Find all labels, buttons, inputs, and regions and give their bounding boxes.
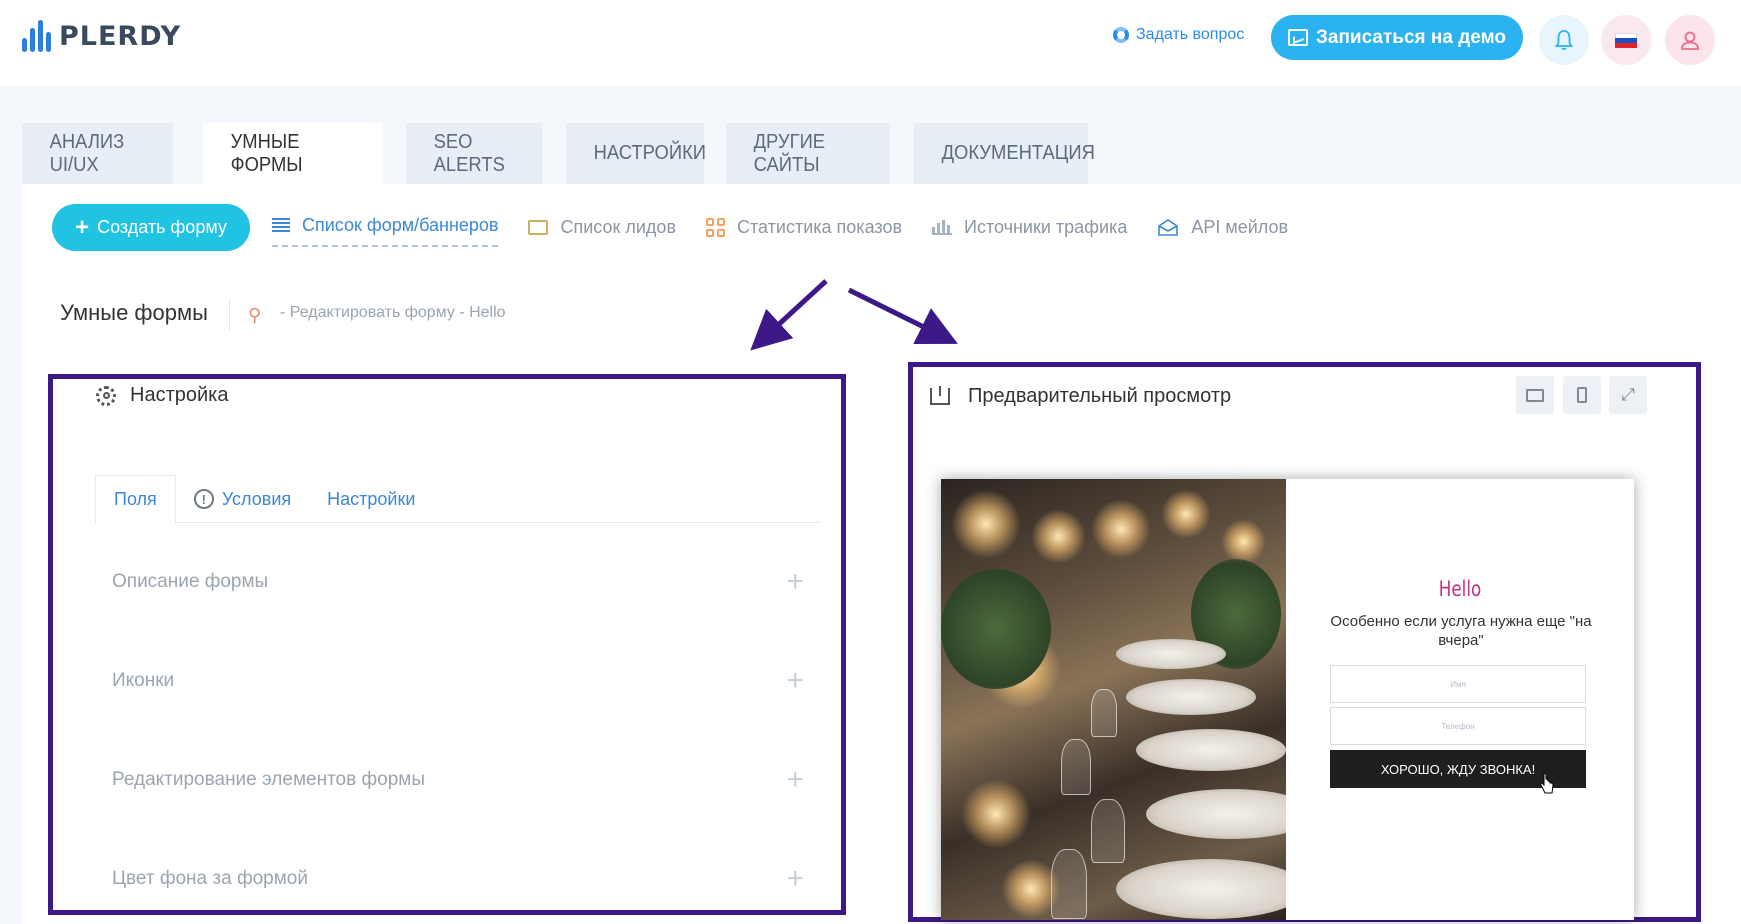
- preview-header: Предварительный просмотр: [930, 385, 1231, 408]
- tab-conditions-label: Условия: [221, 488, 292, 509]
- tab-seo-alerts[interactable]: SEO ALERTS: [406, 123, 543, 184]
- subnav-forms-list[interactable]: Список форм/баннеров: [272, 207, 499, 247]
- subnav-leads-list[interactable]: Список лидов: [528, 212, 676, 242]
- top-header: PLERDY Задать вопрос Записаться на демо: [0, 0, 1741, 86]
- section-edit-elements[interactable]: Редактирование элементов формы +: [112, 765, 804, 795]
- expand-plus-icon[interactable]: +: [786, 666, 804, 696]
- subnav-traffic-sources[interactable]: Источники трафика: [932, 212, 1127, 242]
- bar-chart-icon: [932, 219, 953, 235]
- fullscreen-button[interactable]: ⤢: [1609, 376, 1647, 414]
- form-preview-popup: Hello Особенно если услуга нужна еще "на…: [941, 479, 1634, 920]
- tab-documentation[interactable]: ДОКУМЕНТАЦИЯ: [914, 123, 1095, 184]
- plus-icon: +: [75, 213, 90, 241]
- subnav-traffic-sources-label: Источники трафика: [964, 216, 1128, 237]
- settings-title: Настройка: [130, 384, 229, 406]
- phone-field[interactable]: Телефон: [1330, 707, 1586, 745]
- phone-icon: [1577, 387, 1587, 403]
- subnav-impressions-stats[interactable]: Статистика показов: [706, 212, 902, 242]
- expand-plus-icon[interactable]: +: [786, 864, 804, 894]
- subnav-forms-list-label: Список форм/баннеров: [302, 214, 499, 235]
- tab-form-settings[interactable]: Настройки: [309, 475, 433, 523]
- book-demo-button[interactable]: Записаться на демо: [1271, 15, 1523, 60]
- page-title[interactable]: Умные формы: [60, 300, 208, 326]
- ask-question-label: Задать вопрос: [1136, 26, 1245, 43]
- subnav-impressions-stats-label: Статистика показов: [737, 216, 903, 237]
- breadcrumb-current: - Редактировать форму - Hello: [280, 304, 506, 321]
- sub-navigation: Список форм/баннеров Список лидов Статис…: [272, 212, 1318, 247]
- tab-form-settings-label: Настройки: [327, 488, 416, 509]
- profile-button[interactable]: [1665, 15, 1715, 65]
- language-button[interactable]: [1601, 15, 1651, 65]
- settings-panel: [48, 374, 846, 915]
- russian-flag-icon: [1615, 32, 1637, 48]
- presentation-icon: [1287, 29, 1308, 46]
- pin-icon: ⚲: [248, 305, 262, 325]
- book-demo-label: Записаться на демо: [1315, 26, 1507, 48]
- subnav-email-api-label: API мейлов: [1191, 216, 1289, 237]
- tab-smart-forms[interactable]: УМНЫЕ ФОРМЫ: [203, 123, 383, 184]
- create-form-label: Создать форму: [97, 217, 227, 237]
- mobile-view-button[interactable]: [1563, 376, 1601, 414]
- breadcrumb-divider: [229, 300, 230, 330]
- name-field[interactable]: Имя: [1330, 665, 1586, 703]
- popup-title: Hello: [1438, 577, 1482, 601]
- tab-ui-ux-analysis[interactable]: АНАЛИЗ UI/UX: [22, 123, 173, 184]
- list-icon: [272, 218, 290, 232]
- grid-icon: [706, 217, 726, 237]
- tab-fields[interactable]: Поля: [95, 475, 176, 524]
- ask-question-link[interactable]: Задать вопрос: [1113, 26, 1244, 44]
- monitor-icon: [1526, 388, 1544, 402]
- tab-fields-label: Поля: [114, 489, 157, 509]
- create-form-button[interactable]: + Создать форму: [52, 204, 250, 251]
- subnav-leads-list-label: Список лидов: [560, 216, 677, 237]
- settings-tabs: Поля ! Условия Настройки: [95, 475, 821, 524]
- subnav-email-api[interactable]: API мейлов: [1157, 212, 1288, 242]
- banquet-table-image: [941, 479, 1286, 920]
- popup-text: Особенно если услуга нужна еще "на вчера…: [1330, 613, 1592, 649]
- envelope-icon: [1158, 219, 1179, 236]
- expand-plus-icon[interactable]: +: [786, 567, 804, 597]
- preview-title: Предварительный просмотр: [968, 385, 1232, 407]
- folder-icon: [528, 219, 549, 235]
- lifebuoy-icon: [1113, 27, 1129, 43]
- section-background-color[interactable]: Цвет фона за формой +: [112, 864, 804, 894]
- hand-cursor-icon: [1540, 773, 1554, 794]
- section-icons[interactable]: Иконки +: [112, 666, 804, 696]
- settings-header: Настройка: [96, 384, 228, 407]
- exclamation-icon: !: [193, 489, 214, 509]
- bell-icon: [1554, 30, 1574, 51]
- expand-icon: ⤢: [1621, 385, 1635, 404]
- gear-icon: [96, 385, 116, 406]
- notifications-button[interactable]: [1539, 15, 1589, 65]
- desktop-view-button[interactable]: [1516, 376, 1554, 414]
- tab-conditions[interactable]: ! Условия: [176, 475, 309, 523]
- section-background-color-label: Цвет фона за формой: [112, 868, 308, 889]
- section-edit-elements-label: Редактирование элементов формы: [112, 769, 425, 790]
- section-icons-label: Иконки: [112, 670, 175, 691]
- plerdy-logo[interactable]: PLERDY: [22, 20, 181, 52]
- logo-text: PLERDY: [59, 20, 182, 52]
- download-icon: [930, 386, 950, 405]
- user-icon: [1681, 31, 1699, 50]
- logo-bars-icon: [22, 20, 51, 52]
- tab-other-sites[interactable]: ДРУГИЕ САЙТЫ: [726, 123, 890, 184]
- section-form-description-label: Описание формы: [112, 571, 269, 592]
- expand-plus-icon[interactable]: +: [786, 765, 804, 795]
- section-form-description[interactable]: Описание формы +: [112, 567, 804, 597]
- tab-settings[interactable]: НАСТРОЙКИ: [566, 123, 706, 184]
